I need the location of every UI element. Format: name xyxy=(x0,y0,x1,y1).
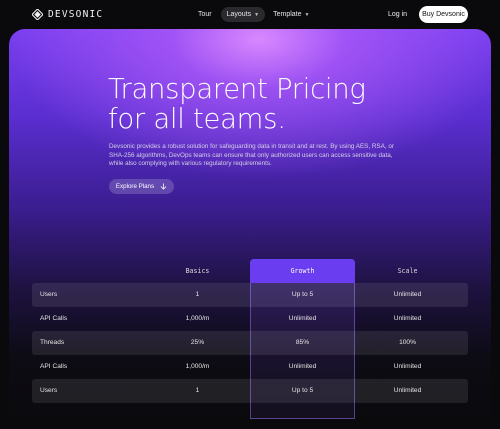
brand-logo[interactable]: DEVSONIC xyxy=(32,9,103,20)
explore-plans-label: Explore Plans xyxy=(115,183,155,190)
nav-item-layouts[interactable]: Layouts ▼ xyxy=(220,7,266,22)
scale-value: Unlimited xyxy=(393,387,422,394)
growth-value: Up to 5 xyxy=(291,291,314,298)
feature-label: API Calls xyxy=(40,315,68,322)
nav-item-tour[interactable]: Tour xyxy=(192,7,218,22)
nav-links: Tour Layouts ▼ Template ▼ xyxy=(192,7,315,22)
hero-description: Devsonic provides a robust solution for … xyxy=(109,143,394,168)
buy-button[interactable]: Buy Devsonic xyxy=(419,6,468,23)
table-row: Users 1 Up to 5 Unlimited xyxy=(32,379,468,403)
feature-label: API Calls xyxy=(40,363,68,370)
scale-value: Unlimited xyxy=(393,363,422,370)
feature-label: Threads xyxy=(40,339,65,346)
table-row: API Calls 1,000/m Unlimited Unlimited xyxy=(32,355,468,379)
basics-value: 25% xyxy=(190,339,205,346)
column-header-growth: Growth xyxy=(290,267,315,275)
nav-item-label: Layouts xyxy=(226,11,252,18)
nav-item-label: Tour xyxy=(198,11,212,18)
basics-value: 1 xyxy=(195,291,200,298)
table-row: Threads 25% 85% 100% xyxy=(32,331,468,355)
top-navbar: DEVSONIC Tour Layouts ▼ Template ▼ Log i… xyxy=(0,0,500,30)
growth-value: Unlimited xyxy=(288,315,317,322)
brand-name: DEVSONIC xyxy=(48,9,104,20)
feature-label: Users xyxy=(40,291,58,298)
logo-icon xyxy=(32,9,43,20)
basics-value: 1,000/m xyxy=(185,363,210,370)
chevron-down-icon: ▼ xyxy=(304,11,310,18)
explore-plans-button[interactable]: Explore Plans xyxy=(109,179,174,194)
nav-item-template[interactable]: Template ▼ xyxy=(267,7,315,22)
growth-value: 85% xyxy=(295,339,310,346)
arrow-down-icon xyxy=(160,183,167,190)
growth-value: Unlimited xyxy=(288,363,317,370)
basics-value: 1,000/m xyxy=(185,315,210,322)
scale-value: Unlimited xyxy=(393,291,422,298)
feature-label: Users xyxy=(40,387,58,394)
growth-value: Up to 5 xyxy=(291,387,314,394)
nav-item-label: Template xyxy=(273,11,302,18)
table-row: API Calls 1,000/m Unlimited Unlimited xyxy=(32,307,468,331)
table-row: Users 1 Up to 5 Unlimited xyxy=(32,283,468,307)
column-header-scale: Scale xyxy=(397,267,418,275)
hero-title: Transparent Pricing for all teams. xyxy=(108,73,366,135)
scale-value: Unlimited xyxy=(393,315,422,322)
login-link[interactable]: Log in xyxy=(388,11,407,18)
chevron-down-icon: ▼ xyxy=(254,11,260,18)
basics-value: 1 xyxy=(195,387,200,394)
scale-value: 100% xyxy=(399,339,416,346)
column-header-basics: Basics xyxy=(185,267,210,275)
